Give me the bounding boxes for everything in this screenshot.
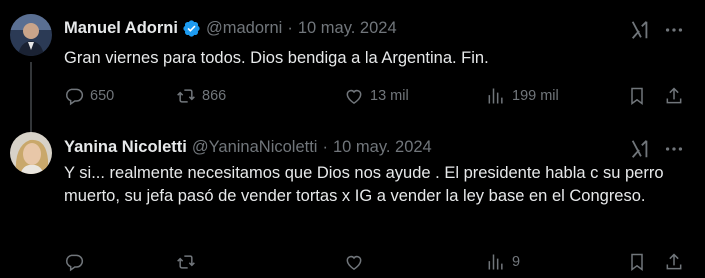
views-button[interactable]: 9: [486, 250, 520, 274]
author-name[interactable]: Yanina Nicoletti: [64, 137, 187, 157]
share-button[interactable]: [664, 250, 684, 274]
tweet-text: Y si... realmente necesitamos que Dios n…: [64, 164, 664, 205]
tweet-header: Yanina Nicoletti @YaninaNicoletti · 10 m…: [64, 137, 432, 157]
avatar-madorni[interactable]: [10, 14, 52, 56]
like-button[interactable]: [344, 250, 370, 274]
like-count: 13 mil: [370, 88, 409, 104]
author-handle[interactable]: @madorni: [206, 18, 282, 38]
grok-icon[interactable]: [629, 138, 651, 160]
like-button[interactable]: 13 mil: [344, 84, 409, 108]
retweet-button[interactable]: 866: [176, 84, 226, 108]
tweet-actions: 650 866 13 mil 199 mil: [64, 84, 694, 108]
tweet-madorni[interactable]: Manuel Adorni @madorni · 10 may. 2024 Gr…: [0, 0, 705, 132]
reply-icon: [66, 254, 84, 272]
reply-button[interactable]: [64, 250, 90, 274]
share-icon: [666, 87, 682, 104]
views-count: 199 mil: [512, 88, 559, 104]
grok-icon[interactable]: [629, 19, 651, 41]
reply-count: 650: [90, 88, 115, 104]
tweet-text: Gran viernes para todos. Dios bendiga a …: [64, 49, 489, 67]
tweet-yanina[interactable]: Yanina Nicoletti @YaninaNicoletti · 10 m…: [0, 126, 705, 278]
avatar-yanina[interactable]: [10, 132, 52, 174]
views-icon: [488, 254, 503, 270]
bookmark-button[interactable]: [627, 84, 647, 108]
bookmark-icon: [631, 253, 643, 271]
separator: ·: [287, 19, 293, 37]
more-icon[interactable]: [663, 19, 685, 41]
retweet-button[interactable]: [176, 250, 202, 274]
share-button[interactable]: [664, 84, 684, 108]
reply-icon: [66, 88, 84, 106]
verified-badge-icon[interactable]: [182, 19, 201, 38]
retweet-count: 866: [202, 88, 227, 104]
views-button[interactable]: 199 mil: [486, 84, 559, 108]
views-count: 9: [512, 254, 521, 270]
tweet-actions: 9: [64, 250, 694, 274]
bookmark-button[interactable]: [627, 250, 647, 274]
author-name[interactable]: Manuel Adorni: [64, 18, 178, 38]
tweet-header: Manuel Adorni @madorni · 10 may. 2024: [64, 18, 397, 38]
like-icon: [346, 255, 362, 270]
share-icon: [666, 253, 682, 270]
reply-button[interactable]: 650: [64, 84, 114, 108]
more-icon[interactable]: [663, 138, 685, 160]
separator: ·: [322, 138, 328, 156]
bookmark-icon: [631, 87, 643, 105]
views-icon: [488, 88, 503, 104]
retweet-icon: [177, 89, 195, 103]
retweet-icon: [177, 255, 195, 269]
tweet-date[interactable]: 10 may. 2024: [298, 18, 397, 38]
thread-line: [30, 62, 32, 132]
tweet-date[interactable]: 10 may. 2024: [333, 137, 432, 157]
like-icon: [346, 89, 362, 104]
author-handle[interactable]: @YaninaNicoletti: [192, 137, 318, 157]
